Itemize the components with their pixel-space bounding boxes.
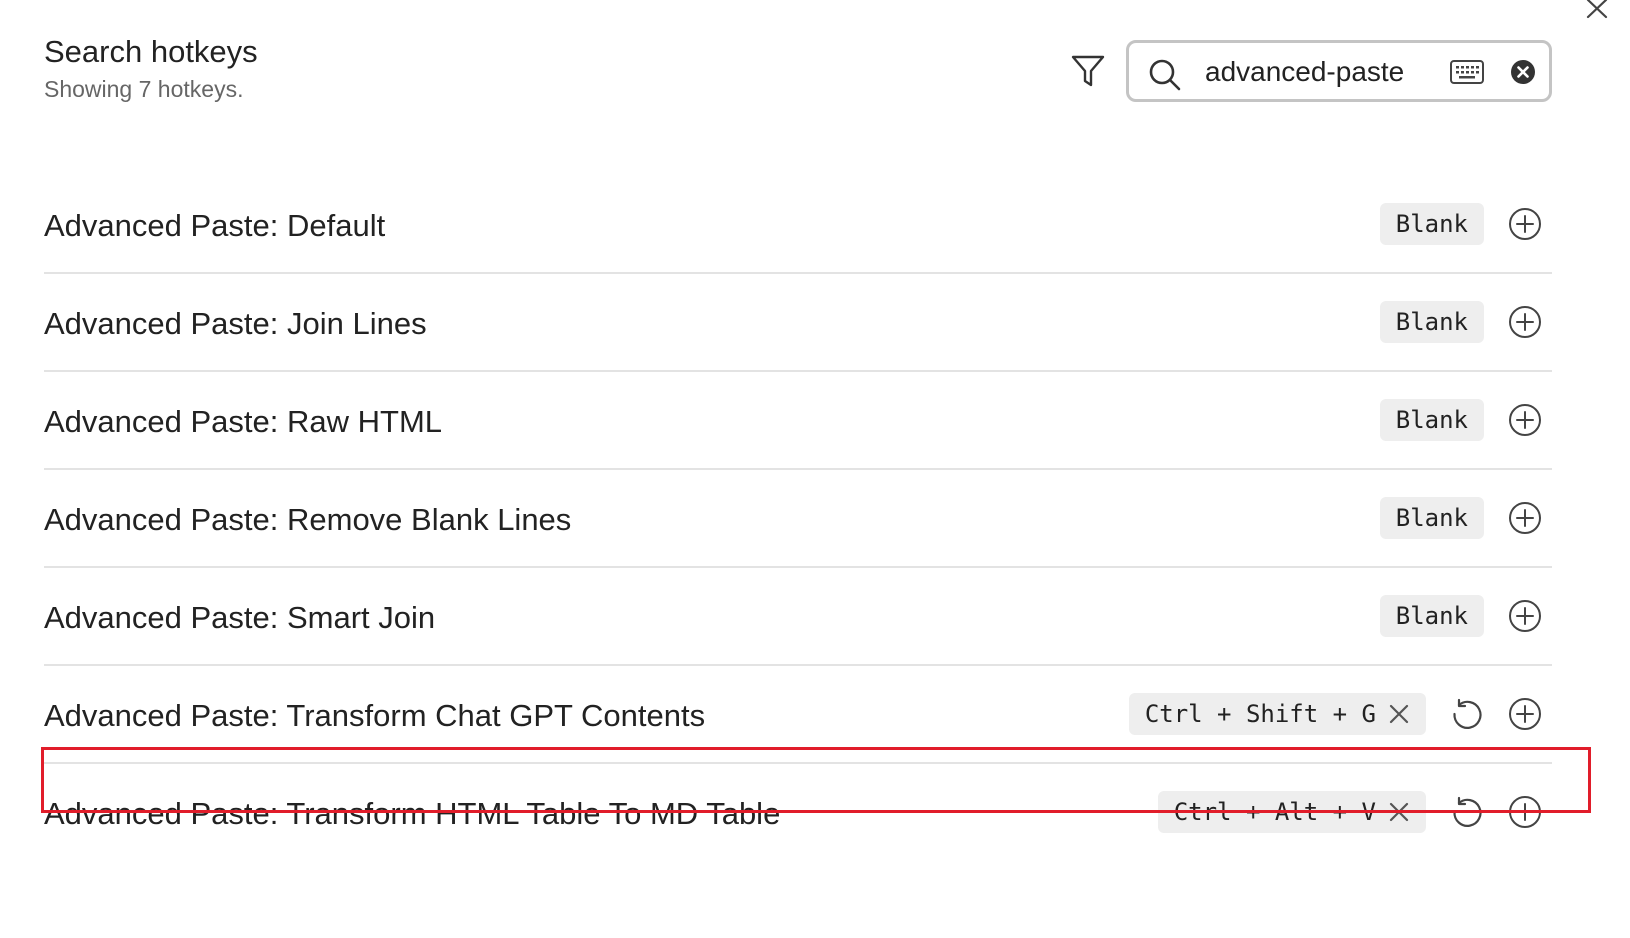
hotkey-value: Ctrl + Shift + G [1144,700,1376,728]
hotkey-chip[interactable]: Blank [1379,399,1484,441]
remove-hotkey-icon[interactable] [1388,703,1410,725]
hotkey-label: Advanced Paste: Remove Blank Lines [44,502,572,537]
hotkey-value: Blank [1395,210,1468,238]
hotkey-chip[interactable]: Ctrl + Alt + V [1157,791,1426,833]
hotkey-chip[interactable]: Blank [1379,497,1484,539]
hotkey-value: Blank [1395,308,1468,336]
filter-icon[interactable] [1071,54,1111,94]
hotkey-chip[interactable]: Ctrl + Shift + G [1128,693,1426,735]
search-field[interactable] [1126,40,1552,102]
search-input[interactable] [1205,55,1425,89]
hotkey-value: Ctrl + Alt + V [1173,798,1376,826]
add-hotkey-icon[interactable] [1508,305,1542,339]
hotkey-chip[interactable]: Blank [1379,203,1484,245]
hotkey-label: Advanced Paste: Smart Join [44,600,436,635]
reset-icon[interactable] [1450,795,1484,829]
add-hotkey-icon[interactable] [1508,403,1542,437]
add-hotkey-icon[interactable] [1508,501,1542,535]
add-hotkey-icon[interactable] [1508,795,1542,829]
hotkeys-settings-page: Search hotkeys Showing 7 hotkeys. advanc… [0,0,1630,938]
keyboard-icon[interactable] [1449,58,1485,91]
header: Search hotkeys Showing 7 hotkeys. [44,30,258,103]
hotkey-row: Advanced Paste: Transform Chat GPT Conte… [44,666,1552,764]
hotkey-label: Advanced Paste: Raw HTML [44,404,443,439]
hotkey-row: Advanced Paste: Remove Blank Lines Blank [44,470,1552,568]
hotkey-row: Advanced Paste: Raw HTML Blank [44,372,1552,470]
hotkey-value: Blank [1395,602,1468,630]
hotkey-row: Advanced Paste: Default Blank [44,176,1552,274]
hotkey-chip[interactable]: Blank [1379,301,1484,343]
hotkey-label: Advanced Paste: Transform HTML Table To … [44,796,781,831]
remove-hotkey-icon[interactable] [1388,801,1410,823]
hotkey-list: Advanced Paste: Default Blank Advanced P… [44,176,1552,862]
hotkey-row: Advanced Paste: Smart Join Blank [44,568,1552,666]
hotkey-value: Blank [1395,504,1468,532]
hotkey-label: Advanced Paste: Join Lines [44,306,427,341]
hotkey-count: Showing 7 hotkeys. [44,76,244,102]
hotkey-label: Advanced Paste: Default [44,208,386,243]
add-hotkey-icon[interactable] [1508,697,1542,731]
add-hotkey-icon[interactable] [1508,207,1542,241]
hotkey-row-selected: Advanced Paste: Transform HTML Table To … [44,764,1552,862]
hotkey-value: Blank [1395,406,1468,434]
close-icon[interactable] [1585,0,1611,20]
search-icon [1147,57,1183,98]
hotkey-row: Advanced Paste: Join Lines Blank [44,274,1552,372]
clear-icon[interactable] [1509,58,1537,91]
hotkey-chip[interactable]: Blank [1379,595,1484,637]
page-title: Search hotkeys [44,34,258,69]
hotkey-label: Advanced Paste: Transform Chat GPT Conte… [44,698,706,733]
reset-icon[interactable] [1450,697,1484,731]
add-hotkey-icon[interactable] [1508,599,1542,633]
